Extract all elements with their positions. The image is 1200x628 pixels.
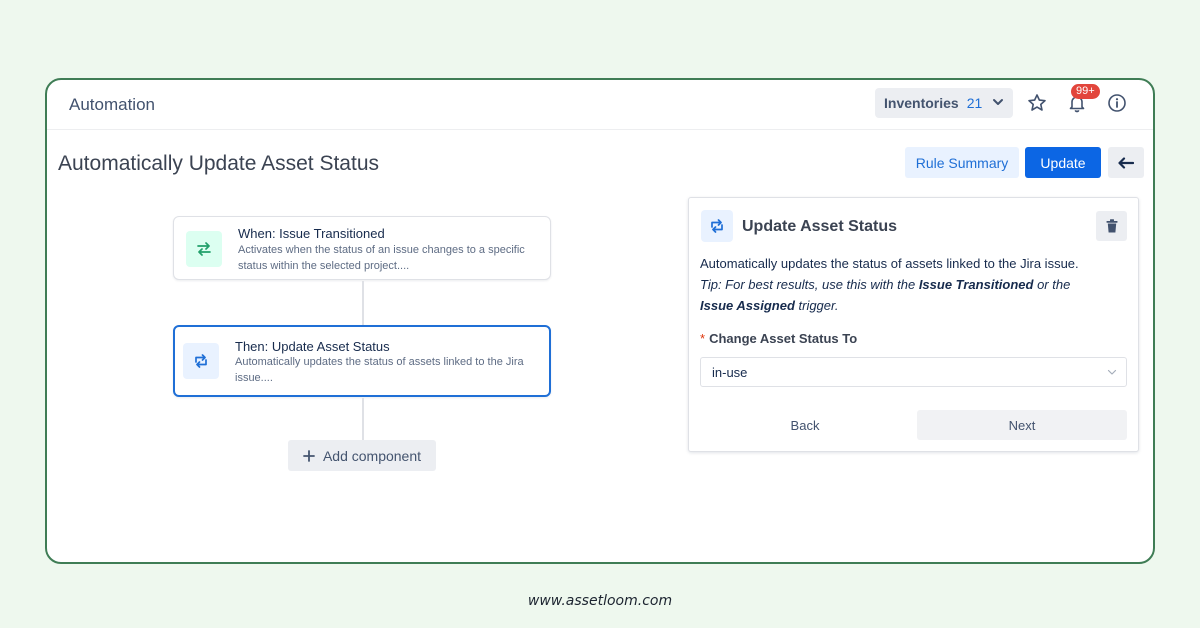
asset-status-value: in-use [712,364,748,380]
rule-summary-button[interactable]: Rule Summary [905,147,1019,178]
inventory-count: 21 [966,95,983,111]
next-button[interactable]: Next [917,410,1127,440]
update-button[interactable]: Update [1025,147,1101,178]
panel-description: Automatically updates the status of asse… [700,253,1132,316]
required-mark: * [700,331,706,346]
flow-connector [362,398,364,440]
sync-icon [183,343,219,379]
chevron-down-icon [1107,369,1117,375]
action-node-description: Automatically updates the status of asse… [235,356,524,384]
inventory-label: Inventories [884,95,959,111]
trigger-node-description: Activates when the status of an issue ch… [238,244,525,272]
trash-icon [1106,219,1117,233]
top-bar: Automation Inventories 21 99+ [47,80,1153,130]
info-icon[interactable] [1107,93,1127,113]
arrow-left-icon [1118,156,1134,169]
sync-icon [701,210,733,242]
add-component-button[interactable]: Add component [288,440,436,471]
back-arrow-button[interactable] [1108,147,1144,178]
star-icon[interactable] [1027,93,1047,113]
asset-status-select[interactable]: in-use [700,357,1127,387]
chevron-down-icon [993,99,1003,105]
footer-url: www.assetloom.com [527,593,673,609]
status-field-label: * Change Asset Status To [700,331,858,346]
trigger-node-title: When: Issue Transitioned [238,226,385,241]
add-component-label: Add component [322,447,422,464]
back-button[interactable]: Back [700,410,910,440]
inventory-selector[interactable]: Inventories 21 [875,88,1013,118]
panel-description-text: Automatically updates the status of asse… [700,256,1079,271]
flow-connector [362,281,364,325]
action-node[interactable]: Then: Update Asset Status Automatically … [173,325,551,397]
plus-icon [303,449,315,462]
app-window: Automation Inventories 21 99+ Automatica… [45,78,1155,564]
component-config-panel: Update Asset Status Automatically update… [688,197,1139,452]
notification-badge: 99+ [1071,84,1100,99]
page-title: Automatically Update Asset Status [58,152,379,175]
panel-tip: Tip: For best results, use this with the… [700,277,1071,313]
app-title: Automation [69,95,155,114]
transition-icon [186,231,222,267]
delete-button[interactable] [1096,211,1127,241]
panel-title: Update Asset Status [742,218,897,235]
trigger-node[interactable]: When: Issue Transitioned Activates when … [173,216,551,280]
action-node-title: Then: Update Asset Status [235,339,390,354]
